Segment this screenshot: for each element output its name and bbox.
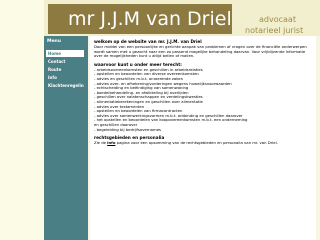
- site-subtitle-advocaat: advocaat: [259, 15, 296, 24]
- list-item: - begeleiding bij bedrijfsovernames: [94, 126, 162, 132]
- info-link[interactable]: info: [107, 140, 115, 145]
- legal-text-before: Zie de: [94, 140, 106, 146]
- sidebar-nav: Menu Home Contact Route Info Klachtenreg…: [44, 36, 88, 240]
- main-content: welkom op de website van mr. J.J.M. van …: [90, 36, 316, 240]
- nav-heading: Menu: [47, 39, 61, 44]
- legal-text: Zie de info pagina voor een opsomming va…: [94, 140, 312, 146]
- nav-item-info[interactable]: Info: [46, 74, 84, 81]
- nav-item-home[interactable]: Home: [46, 50, 84, 57]
- legal-text-after: pagina voor een opsomming van de rechtsg…: [116, 140, 278, 146]
- site-title: mr J.J.M van Driel: [48, 4, 232, 34]
- site-subtitle-notarieel: notarieel jurist: [245, 26, 304, 35]
- nav-item-klachtenregeling[interactable]: Klachtenregeling: [46, 82, 84, 89]
- practice-list: - arbeidsovereenkomsten en geschillen in…: [94, 67, 312, 132]
- nav-item-route[interactable]: Route: [46, 66, 84, 73]
- welcome-text: Door middel van een persoonlijke en geri…: [94, 44, 307, 59]
- nav-item-contact[interactable]: Contact: [46, 58, 84, 65]
- left-margin: [0, 0, 44, 240]
